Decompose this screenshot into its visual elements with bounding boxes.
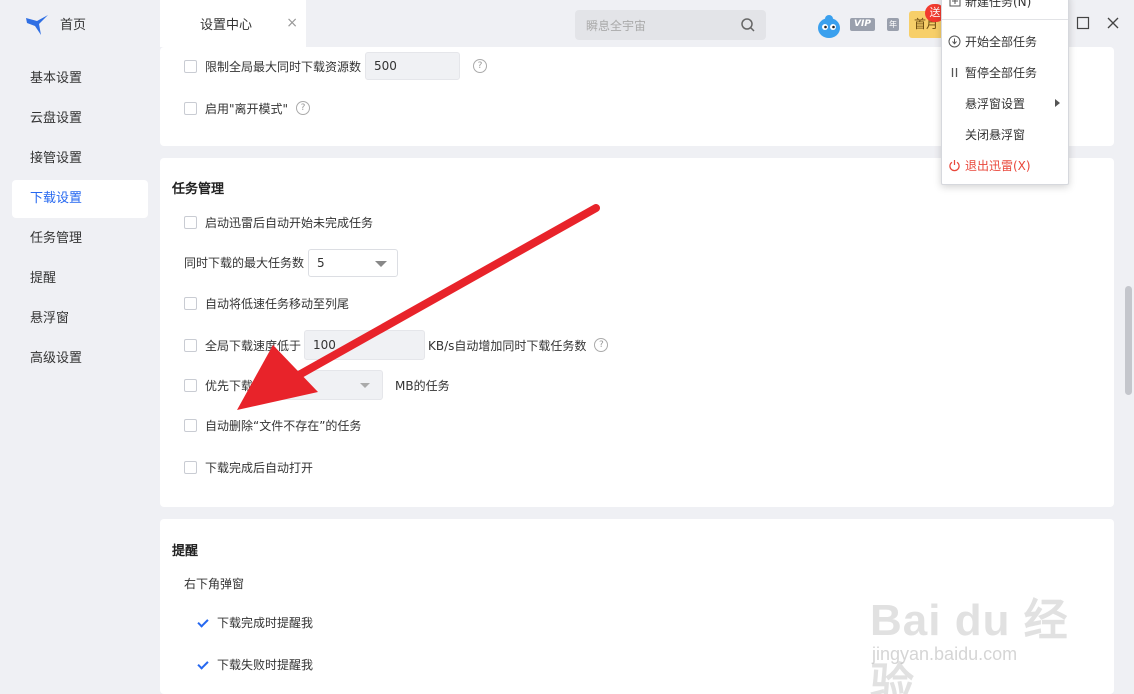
- priority-small-row: 优先下载小 MB的任务: [184, 370, 450, 400]
- search-placeholder: 瞬息全宇宙: [586, 18, 647, 33]
- chevron-down-icon: [375, 260, 388, 267]
- sidebar-item-basic[interactable]: 基本设置: [12, 60, 148, 98]
- limit-resources-row: 限制全局最大同时下载资源数 500 ?: [184, 52, 488, 80]
- priority-label: 优先下载小: [205, 378, 266, 393]
- speed-suffix-label: KB/s自动增加同时下载任务数: [428, 338, 587, 353]
- menu-new-task-label: 新建任务(N): [965, 0, 1032, 9]
- remind-fail-label: 下载失败时提醒我: [217, 657, 314, 672]
- year-badge: 年: [887, 18, 899, 31]
- limit-resources-checkbox[interactable]: [184, 59, 197, 73]
- remind-fail-checkbox[interactable]: [196, 657, 209, 671]
- plus-icon: [948, 0, 961, 8]
- limit-resources-input[interactable]: 500: [365, 52, 461, 80]
- tray-context-menu: 新建任务(N) 开始全部任务 暂停全部任务 悬浮窗设置 关闭悬浮窗 退出迅雷(X…: [941, 0, 1069, 185]
- help-icon[interactable]: ?: [296, 101, 311, 115]
- speed-threshold-row: 全局下载速度低于 100 KB/s自动增加同时下载任务数 ?: [184, 330, 609, 360]
- home-label: 首页: [60, 18, 87, 33]
- speed-below-label: 全局下载速度低于: [205, 338, 302, 353]
- sidebar-item-task-management[interactable]: 任务管理: [12, 220, 148, 258]
- priority-size-select[interactable]: [265, 370, 384, 400]
- task-management-title: 任务管理: [172, 182, 225, 197]
- search-input[interactable]: 瞬息全宇宙: [575, 10, 766, 40]
- watermark-brand: Bai du 经验: [870, 596, 1069, 694]
- task-management-card: 任务管理 启动迅雷后自动开始未完成任务 同时下载的最大任务数 5 自动将低速任务…: [160, 158, 1114, 507]
- chevron-right-icon: [1055, 99, 1060, 107]
- thunder-logo-icon: [26, 14, 48, 35]
- tab-settings-center[interactable]: 设置中心 ×: [160, 0, 306, 47]
- menu-divider: [942, 19, 1068, 20]
- priority-small-checkbox[interactable]: [184, 378, 197, 392]
- watermark-url: jingyan.baidu.com: [872, 644, 1018, 664]
- sidebar-item-floating-window[interactable]: 悬浮窗: [12, 300, 148, 338]
- scrollbar-thumb[interactable]: [1125, 286, 1132, 395]
- auto-start-checkbox[interactable]: [184, 215, 197, 229]
- speed-threshold-checkbox[interactable]: [184, 338, 197, 352]
- menu-item-float-settings[interactable]: 悬浮窗设置: [942, 88, 1068, 118]
- menu-float-settings-label: 悬浮窗设置: [965, 96, 1026, 111]
- menu-item-pause-all[interactable]: 暂停全部任务: [942, 57, 1068, 87]
- menu-item-exit[interactable]: 退出迅雷(X): [942, 150, 1068, 180]
- move-slow-row: 自动将低速任务移动至列尾: [184, 294, 349, 312]
- menu-exit-label: 退出迅雷(X): [965, 158, 1031, 173]
- chevron-down-icon: [360, 383, 371, 388]
- move-slow-checkbox[interactable]: [184, 296, 197, 310]
- download-circle-icon: [948, 35, 961, 48]
- sidebar-item-download[interactable]: 下载设置: [12, 180, 148, 218]
- popup-label-row: 右下角弹窗: [184, 574, 244, 592]
- away-mode-label: 启用"离开模式": [205, 101, 289, 116]
- speed-threshold-input[interactable]: 100: [304, 330, 426, 360]
- help-icon[interactable]: ?: [473, 59, 488, 73]
- auto-start-label: 启动迅雷后自动开始未完成任务: [205, 215, 374, 230]
- priority-suffix-label: MB的任务: [395, 378, 450, 393]
- menu-item-new-task[interactable]: 新建任务(N): [942, 0, 1068, 16]
- remind-complete-row: 下载完成时提醒我: [196, 613, 313, 631]
- away-mode-row: 启用"离开模式" ?: [184, 99, 311, 117]
- auto-start-row: 启动迅雷后自动开始未完成任务: [184, 213, 373, 231]
- max-tasks-row: 同时下载的最大任务数 5: [184, 248, 399, 277]
- auto-delete-checkbox[interactable]: [184, 418, 197, 432]
- menu-close-float-label: 关闭悬浮窗: [965, 127, 1026, 142]
- maximize-icon[interactable]: [1076, 16, 1090, 30]
- sidebar-item-cloud[interactable]: 云盘设置: [12, 100, 148, 138]
- search-icon[interactable]: [740, 17, 756, 33]
- menu-item-close-float[interactable]: 关闭悬浮窗: [942, 119, 1068, 149]
- limit-resources-label: 限制全局最大同时下载资源数: [205, 59, 362, 74]
- sidebar-item-remind[interactable]: 提醒: [12, 260, 148, 298]
- remind-fail-row: 下载失败时提醒我: [196, 655, 313, 673]
- menu-pause-all-label: 暂停全部任务: [965, 65, 1038, 80]
- popup-label: 右下角弹窗: [184, 576, 245, 591]
- menu-start-all-label: 开始全部任务: [965, 34, 1038, 49]
- sidebar-item-advanced[interactable]: 高级设置: [12, 340, 148, 378]
- power-icon: [948, 159, 961, 172]
- auto-delete-label: 自动删除“文件不存在”的任务: [205, 418, 362, 433]
- remind-complete-checkbox[interactable]: [196, 615, 209, 629]
- auto-open-label: 下载完成后自动打开: [205, 460, 314, 475]
- home-tab[interactable]: 首页: [0, 0, 160, 47]
- avatar[interactable]: [817, 13, 841, 39]
- max-tasks-value: 5: [317, 255, 325, 270]
- move-slow-label: 自动将低速任务移动至列尾: [205, 296, 350, 311]
- away-mode-checkbox[interactable]: [184, 101, 197, 115]
- remind-complete-label: 下载完成时提醒我: [217, 615, 314, 630]
- close-icon[interactable]: [1106, 16, 1120, 30]
- max-tasks-select[interactable]: 5: [308, 248, 399, 277]
- sidebar-item-takeover[interactable]: 接管设置: [12, 140, 148, 178]
- settings-sidebar: 基本设置 云盘设置 接管设置 下载设置 任务管理 提醒 悬浮窗 高级设置: [0, 47, 160, 694]
- auto-delete-row: 自动删除“文件不存在”的任务: [184, 416, 361, 434]
- baidu-watermark: Bai du 经验 jingyan.baidu.com: [870, 572, 1110, 694]
- auto-open-row: 下载完成后自动打开: [184, 458, 313, 476]
- remind-title: 提醒: [172, 544, 199, 559]
- vip-badge: VIP: [850, 18, 875, 31]
- help-icon[interactable]: ?: [594, 338, 609, 352]
- tab-close-icon[interactable]: ×: [286, 15, 298, 31]
- max-tasks-label: 同时下载的最大任务数: [184, 256, 305, 270]
- pause-icon: [948, 66, 961, 79]
- auto-open-checkbox[interactable]: [184, 460, 197, 474]
- menu-item-start-all[interactable]: 开始全部任务: [942, 26, 1068, 56]
- tab-title: 设置中心: [200, 18, 253, 33]
